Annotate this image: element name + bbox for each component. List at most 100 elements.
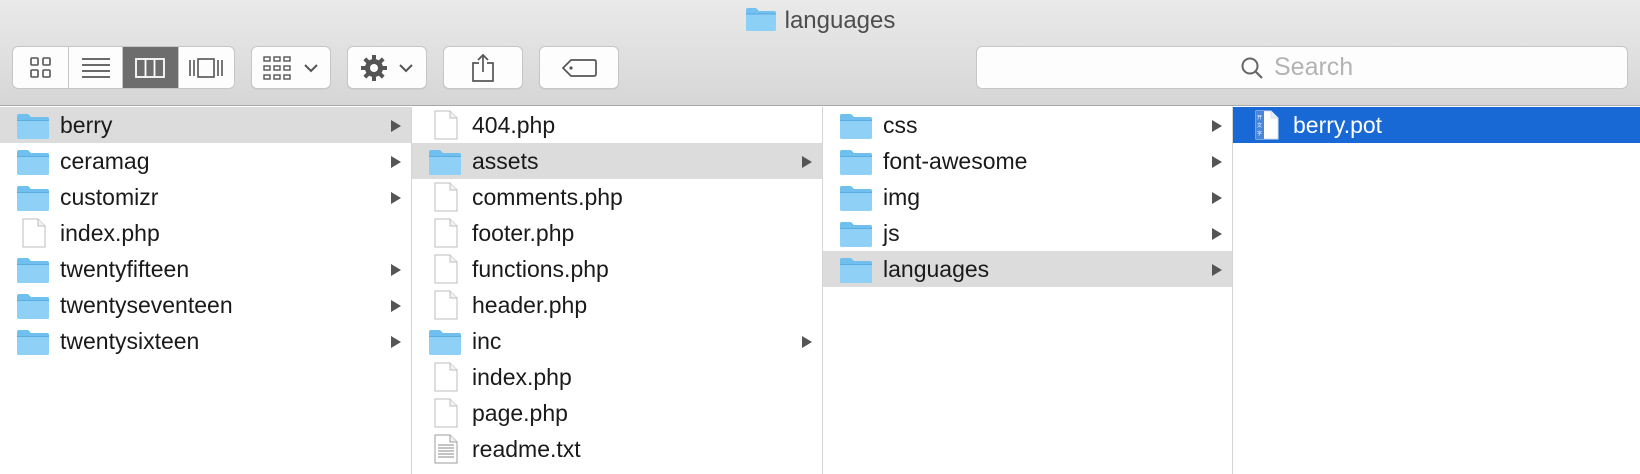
disclosure-arrow-icon <box>802 156 812 168</box>
folder-icon <box>16 182 50 212</box>
folder-icon <box>428 326 462 356</box>
document-icon <box>428 110 462 140</box>
item-name: twentysixteen <box>60 328 200 354</box>
folder-icon <box>16 110 50 140</box>
folder-icon <box>839 218 873 248</box>
grid-icon <box>29 56 51 78</box>
pot-file-icon: 开文字 <box>1249 110 1283 140</box>
folder-icon <box>839 182 873 212</box>
columns-icon <box>135 57 166 78</box>
file-row[interactable]: readme.txt <box>412 431 822 467</box>
folder-row[interactable]: twentyseventeen <box>0 287 411 323</box>
item-name: index.php <box>60 220 160 246</box>
file-row[interactable]: index.php <box>412 359 822 395</box>
file-row[interactable]: index.php <box>0 215 411 251</box>
folder-icon <box>839 110 873 140</box>
item-name: index.php <box>472 364 572 390</box>
item-name: twentyfifteen <box>60 256 190 282</box>
disclosure-arrow-icon <box>391 264 401 276</box>
search-field[interactable] <box>976 46 1628 89</box>
svg-text:文: 文 <box>1257 122 1262 129</box>
search-icon <box>1241 57 1263 79</box>
item-name: img <box>883 184 921 210</box>
svg-text:字: 字 <box>1257 130 1262 137</box>
folder-row[interactable]: customizr <box>0 179 411 215</box>
folder-row[interactable]: img <box>823 179 1232 215</box>
action-button[interactable] <box>347 46 427 89</box>
share-icon <box>472 53 494 82</box>
list-view-button[interactable] <box>69 47 123 88</box>
disclosure-arrow-icon <box>1212 120 1222 132</box>
file-row[interactable]: 开文字 berry.pot <box>1233 107 1640 143</box>
folder-icon <box>428 146 462 176</box>
tag-icon <box>561 58 597 77</box>
column-view-button[interactable] <box>123 47 179 88</box>
document-icon <box>428 218 462 248</box>
window-title-text: languages <box>784 7 896 34</box>
folder-row[interactable]: twentysixteen <box>0 323 411 359</box>
gear-icon <box>361 54 387 81</box>
folder-row[interactable]: font-awesome <box>823 143 1232 179</box>
icon-view-button[interactable] <box>13 47 70 88</box>
column-1: berry ceramag customizr index.php twentyfift… <box>0 107 412 474</box>
item-name: footer.php <box>472 220 575 246</box>
folder-row[interactable]: languages <box>823 251 1232 287</box>
item-name: assets <box>472 148 539 174</box>
edit-tags-button[interactable] <box>539 46 619 89</box>
disclosure-arrow-icon <box>391 192 401 204</box>
folder-icon <box>745 8 776 31</box>
finder-toolbar: languages <box>0 0 1640 106</box>
file-row[interactable]: functions.php <box>412 251 822 287</box>
disclosure-arrow-icon <box>1212 156 1222 168</box>
folder-row[interactable]: ceramag <box>0 143 411 179</box>
disclosure-arrow-icon <box>1212 228 1222 240</box>
item-name: 404.php <box>472 112 556 138</box>
disclosure-arrow-icon <box>391 336 401 348</box>
column-2: 404.php assets comments.php footer.php funct… <box>412 107 823 474</box>
folder-icon <box>16 290 50 320</box>
item-name: functions.php <box>472 256 609 282</box>
item-name: languages <box>883 256 990 282</box>
svg-text:开: 开 <box>1257 115 1262 121</box>
document-icon <box>16 218 50 248</box>
item-name: ceramag <box>60 148 150 174</box>
item-name: css <box>883 112 918 138</box>
file-row[interactable]: page.php <box>412 395 822 431</box>
disclosure-arrow-icon <box>1212 264 1222 276</box>
disclosure-arrow-icon <box>1212 192 1222 204</box>
item-name: readme.txt <box>472 436 581 462</box>
item-name: font-awesome <box>883 148 1028 174</box>
column-browser: berry ceramag customizr index.php twentyfift… <box>0 107 1640 474</box>
item-name: header.php <box>472 292 588 318</box>
folder-row[interactable]: css <box>823 107 1232 143</box>
item-name: js <box>883 220 900 246</box>
column-3: css font-awesome img js languages <box>823 107 1233 474</box>
cover-flow-view-button[interactable] <box>179 47 234 88</box>
disclosure-arrow-icon <box>802 336 812 348</box>
cover-flow-icon <box>189 57 224 78</box>
share-button[interactable] <box>443 46 523 89</box>
arrange-grid-icon <box>263 55 291 80</box>
folder-row[interactable]: js <box>823 215 1232 251</box>
list-icon <box>81 57 110 78</box>
document-icon <box>428 182 462 212</box>
view-mode-control <box>12 46 235 89</box>
disclosure-arrow-icon <box>391 156 401 168</box>
folder-row[interactable]: inc <box>412 323 822 359</box>
window-title: languages <box>0 6 1640 36</box>
folder-icon <box>16 146 50 176</box>
search-input[interactable] <box>1274 53 1364 82</box>
file-row[interactable]: comments.php <box>412 179 822 215</box>
folder-row[interactable]: assets <box>412 143 822 179</box>
chevron-down-icon <box>304 63 318 72</box>
file-row[interactable]: footer.php <box>412 215 822 251</box>
document-icon <box>428 254 462 284</box>
item-name: berry.pot <box>1293 112 1383 138</box>
folder-row[interactable]: twentyfifteen <box>0 251 411 287</box>
file-row[interactable]: header.php <box>412 287 822 323</box>
disclosure-arrow-icon <box>391 120 401 132</box>
folder-row[interactable]: berry <box>0 107 411 143</box>
arrange-button[interactable] <box>251 46 331 89</box>
file-row[interactable]: 404.php <box>412 107 822 143</box>
document-icon <box>428 362 462 392</box>
